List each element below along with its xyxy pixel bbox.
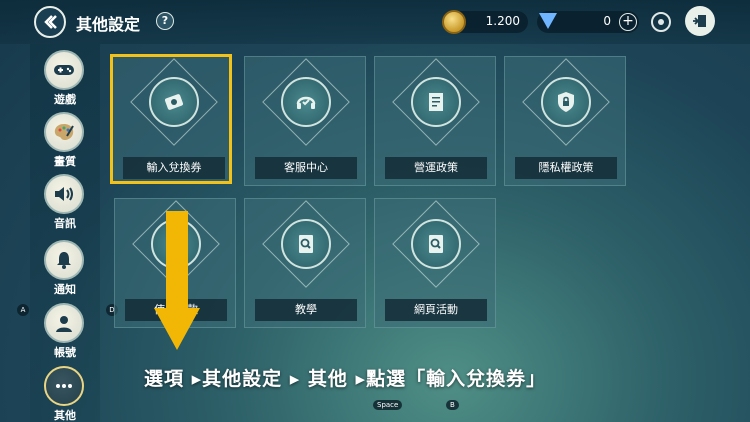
- sidebar-item-graphics[interactable]: 畫質: [44, 112, 86, 169]
- add-gem-button[interactable]: +: [619, 13, 637, 31]
- gamepad-icon: [44, 50, 84, 90]
- gold-currency: 1.200: [442, 10, 528, 34]
- lock-icon: [541, 77, 591, 127]
- card-label: 教學: [255, 299, 357, 321]
- gem-amount: 0: [603, 14, 611, 28]
- sidebar-item-label: 帳號: [54, 346, 76, 359]
- gem-icon: [539, 13, 557, 29]
- exit-door-icon: [693, 15, 706, 27]
- card-label: 輸入兌換券: [123, 157, 225, 179]
- instruction-caption: 選項 ▸其他設定 ▸ 其他 ▸點選「輸入兌換券」: [144, 368, 547, 390]
- more-icon: [44, 366, 84, 406]
- exit-button[interactable]: [685, 6, 715, 36]
- page-title: 其他設定: [76, 15, 141, 34]
- card-customer-service[interactable]: 客服中心: [244, 56, 366, 186]
- sidebar-item-account[interactable]: 帳號: [44, 303, 86, 360]
- help-button[interactable]: ?: [156, 12, 174, 30]
- sidebar-item-label: 音訊: [54, 217, 76, 230]
- key-hint-space: Space: [373, 400, 403, 410]
- card-tutorial[interactable]: 教學: [244, 198, 366, 328]
- sidebar-item-notification[interactable]: 通知: [44, 240, 86, 297]
- coupon-icon: [149, 77, 199, 127]
- back-button[interactable]: [34, 6, 66, 38]
- refresh-icon[interactable]: [651, 12, 671, 32]
- sidebar-item-label: 通知: [54, 283, 76, 296]
- card-label: 隱私權政策: [515, 157, 617, 179]
- card-redeem-coupon[interactable]: 輸入兌換券: [110, 54, 232, 184]
- document-icon: [411, 77, 461, 127]
- speaker-icon: [44, 174, 84, 214]
- key-hint-a: A: [17, 304, 29, 316]
- card-label: 客服中心: [255, 157, 357, 179]
- palette-icon: [44, 112, 84, 152]
- gold-amount: 1.200: [485, 14, 520, 28]
- coin-icon: [442, 10, 466, 34]
- card-label: 營運政策: [385, 157, 487, 179]
- sidebar-item-game[interactable]: 遊戲: [44, 50, 86, 107]
- book-search-icon: [281, 219, 331, 269]
- sidebar-item-other[interactable]: 其他: [44, 366, 86, 422]
- annotation-arrow-head: [154, 308, 200, 350]
- back-arrow-icon: [44, 15, 57, 29]
- card-privacy-policy[interactable]: 隱私權政策: [504, 56, 626, 186]
- gem-currency: 0 +: [537, 11, 639, 33]
- headset-icon: [281, 77, 331, 127]
- card-web-events[interactable]: 網頁活動: [374, 198, 496, 328]
- card-operation-policy[interactable]: 營運政策: [374, 56, 496, 186]
- book-search-icon: [411, 219, 461, 269]
- sidebar-item-label: 畫質: [54, 155, 76, 168]
- key-hint-b: B: [446, 400, 459, 410]
- bell-icon: [44, 240, 84, 280]
- sidebar-item-label: 其他: [54, 409, 76, 422]
- account-icon: [44, 303, 84, 343]
- annotation-arrow-shaft: [166, 211, 188, 311]
- card-label: 網頁活動: [385, 299, 487, 321]
- sidebar-item-label: 遊戲: [54, 93, 76, 106]
- sidebar-item-audio[interactable]: 音訊: [44, 174, 86, 231]
